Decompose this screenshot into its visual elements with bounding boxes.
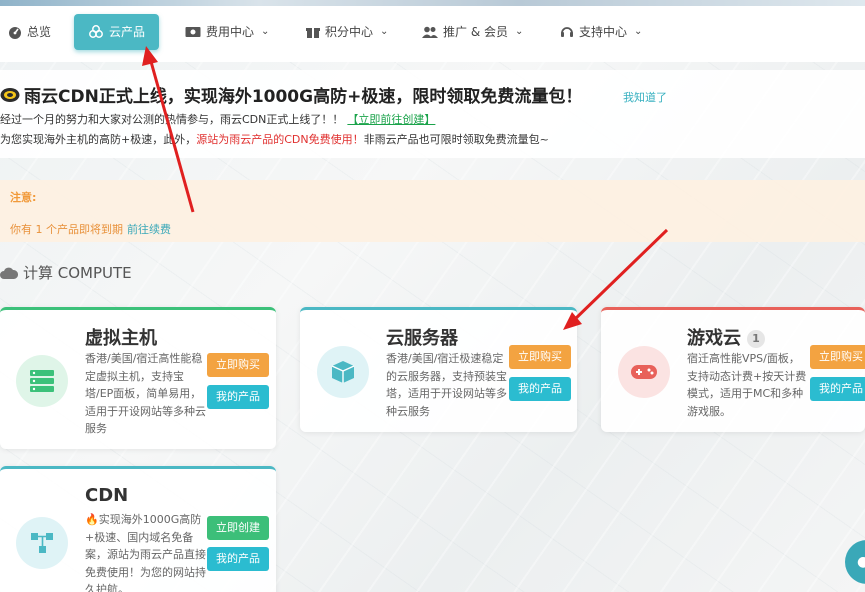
create-button[interactable]: 立即创建 — [207, 516, 269, 540]
card-title: 虚拟主机 — [85, 328, 157, 349]
nav-top-strip — [0, 0, 865, 6]
card-title: 游戏云 1 — [687, 324, 765, 350]
card-description: 🔥实现海外1000G高防+极速、国内域名免备案，源站为雨云产品直接免费使用！为您… — [85, 513, 206, 592]
nav-item-label: 支持中心 — [579, 25, 628, 39]
product-card-cloud-server: 云服务器 香港/美国/宿迁极速稳定的云服务器，支持预装宝塔，适用于开设网站等多种… — [300, 307, 577, 432]
my-products-button[interactable]: 我的产品 — [207, 385, 269, 409]
nav-item-overview[interactable]: 总览 — [8, 14, 51, 50]
my-products-button[interactable]: 我的产品 — [509, 377, 571, 401]
buy-button[interactable]: 立即购买 — [207, 353, 269, 377]
cloud-icon — [0, 267, 18, 279]
cloud-products-icon — [89, 25, 103, 38]
product-card-cdn: CDN 🔥实现海外1000G高防+极速、国内域名免备案，源站为雨云产品直接免费使… — [0, 466, 276, 592]
server-icon — [16, 355, 68, 407]
headset-icon — [561, 27, 573, 37]
product-card-virtual-host: 虚拟主机 香港/美国/宿迁高性能稳定虚拟主机，支持宝塔/EP面板，简单易用，适用… — [0, 307, 276, 449]
section-compute-title: 计算 COMPUTE — [0, 262, 132, 283]
chevron-down-icon: ⌄ — [380, 26, 389, 37]
nav-item-label: 费用中心 — [206, 25, 255, 39]
nav-item-promotion[interactable]: 推广 & 会员 ⌄ — [422, 14, 523, 50]
notification-badge: 1 — [747, 330, 765, 348]
my-products-button[interactable]: 我的产品 — [207, 547, 269, 571]
card-description: 宿迁高性能VPS/面板，支持动态计费+按天计费模式，适用于MC和多种游戏服。 — [687, 352, 807, 418]
chevron-down-icon: ⌄ — [515, 26, 524, 37]
points-icon — [306, 28, 320, 38]
nav-item-label: 积分中心 — [325, 25, 374, 39]
announcement-dismiss-link[interactable]: 我知道了 — [623, 89, 667, 105]
gamepad-icon — [618, 346, 670, 398]
users-icon — [422, 26, 438, 38]
card-description: 香港/美国/宿迁极速稳定的云服务器，支持预装宝塔，适用于开设网站等多种云服务 — [386, 352, 507, 418]
megaphone-icon — [0, 87, 20, 102]
nav-item-label: 云产品 — [109, 25, 146, 39]
network-icon — [16, 517, 68, 569]
expiry-notice: 注意: 你有 1 个产品即将到期 前往续费 — [0, 180, 865, 242]
announcement-create-link[interactable]: 【立即前往创建】 — [347, 113, 435, 126]
nav-item-cloud-products[interactable]: 云产品 — [74, 14, 160, 50]
notice-title: 注意: — [10, 191, 37, 204]
product-card-game-cloud: 游戏云 1 宿迁高性能VPS/面板，支持动态计费+按天计费模式，适用于MC和多种游… — [601, 307, 865, 432]
buy-button[interactable]: 立即购买 — [509, 345, 571, 369]
dashboard-icon — [9, 27, 21, 39]
card-title: CDN — [85, 485, 129, 506]
card-description: 香港/美国/宿迁高性能稳定虚拟主机，支持宝塔/EP面板，简单易用，适用于开设网站… — [85, 352, 206, 435]
nav-item-support[interactable]: 支持中心 ⌄ — [560, 14, 642, 50]
nav-item-billing[interactable]: 费用中心 ⌄ — [185, 14, 269, 50]
announcement-line-2: 为您实现海外主机的高防+极速，此外，源站为雨云产品的CDN免费使用！非雨云产品也… — [0, 133, 549, 146]
my-products-button[interactable]: 我的产品 — [810, 377, 865, 401]
billing-icon — [185, 27, 201, 37]
card-title: 云服务器 — [386, 328, 458, 349]
nav-item-label: 推广 & 会员 — [443, 25, 508, 39]
nav-item-points[interactable]: 积分中心 ⌄ — [306, 14, 388, 50]
announcement-highlight: 源站为雨云产品的CDN免费使用！ — [196, 133, 364, 146]
chevron-down-icon: ⌄ — [261, 26, 270, 37]
cube-icon — [317, 346, 369, 398]
top-navbar: 总览 云产品 费用中心 ⌄ 积分中心 ⌄ 推广 & 会员 ⌄ 支持中心 ⌄ — [0, 0, 865, 62]
renew-link[interactable]: 前往续费 — [127, 223, 171, 236]
fire-icon: 🔥 — [85, 513, 99, 526]
announcement-line-1: 经过一个月的努力和大家对公测的热情参与，雨云CDN正式上线了！！ 【立即前往创建】 — [0, 113, 436, 126]
buy-button[interactable]: 立即购买 — [810, 345, 865, 369]
notice-text: 你有 1 个产品即将到期 前往续费 — [10, 223, 171, 236]
nav-item-label: 总览 — [27, 25, 52, 39]
chevron-down-icon: ⌄ — [634, 26, 643, 37]
announcement-banner: 雨云CDN正式上线，实现海外1000G高防+极速，限时领取免费流量包！ 我知道了… — [0, 70, 865, 158]
announcement-title: 雨云CDN正式上线，实现海外1000G高防+极速，限时领取免费流量包！ — [0, 82, 865, 107]
